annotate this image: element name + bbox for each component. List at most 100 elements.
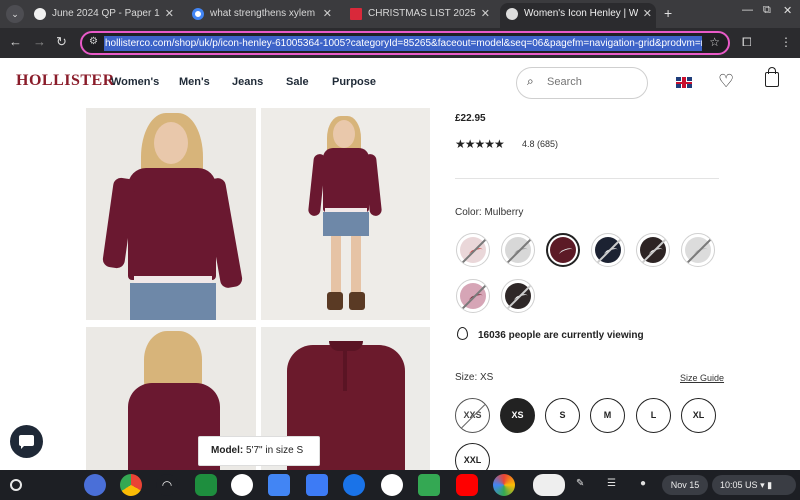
reload-icon[interactable]: ↻ (56, 34, 67, 50)
tab-strip: ⌄ June 2024 QP - Paper 1 (H) AQ ✕ what s… (0, 0, 800, 28)
wishlist-heart-icon[interactable]: ♡ (718, 71, 734, 92)
launcher-icon[interactable] (10, 479, 22, 491)
globe-icon (34, 8, 46, 20)
youtube-app-icon[interactable] (456, 474, 478, 496)
nav-womens[interactable]: Women's (111, 76, 159, 88)
close-icon[interactable]: ✕ (481, 3, 490, 25)
size-label-key: Size: (455, 372, 478, 383)
uk-flag-icon[interactable] (676, 77, 692, 88)
site-icon (506, 8, 518, 20)
calendar-app-icon[interactable] (268, 474, 290, 496)
tab-2[interactable]: what strengthens xylem tissue ✕ (186, 3, 336, 25)
notes-icon[interactable]: ☰ (607, 478, 616, 489)
search-box[interactable]: ⌕ (516, 67, 648, 99)
battery-icon: ▮ (767, 480, 773, 490)
bookmark-star-icon[interactable]: ☆ (709, 35, 720, 49)
close-icon[interactable]: ✕ (643, 3, 652, 25)
rating-summary[interactable]: 4.8 (685) (522, 139, 558, 149)
color-swatch[interactable] (456, 233, 490, 267)
size-button-m[interactable]: M (590, 398, 625, 433)
color-swatch[interactable] (636, 233, 670, 267)
size-button-l[interactable]: L (636, 398, 671, 433)
gemini-app-icon[interactable] (84, 474, 106, 496)
locale-indicator: US (745, 480, 758, 490)
menu-icon[interactable]: ⋮ (780, 35, 792, 49)
size-button-xl[interactable]: XL (681, 398, 716, 433)
os-shelf: ◠ ✎ ☰ ● Nov 15 10:05 US ▾ ▮ (0, 470, 800, 500)
address-bar[interactable]: ⚙ hollisterco.com/shop/uk/p/icon-henley-… (80, 31, 730, 55)
classroom-app-icon[interactable] (195, 474, 217, 496)
tab-title: what strengthens xylem tissue (210, 8, 318, 19)
bookmark-icon (350, 8, 362, 20)
maximize-icon[interactable]: ⧉ (763, 4, 771, 17)
flame-icon (457, 327, 468, 340)
search-icon: ⌕ (527, 74, 534, 88)
size-button-s[interactable]: S (545, 398, 580, 433)
close-icon[interactable]: ✕ (323, 3, 332, 25)
google-icon (192, 8, 204, 20)
color-swatch[interactable] (591, 233, 625, 267)
size-label: Size: XS (455, 372, 493, 383)
color-label-key: Color: (455, 207, 482, 218)
color-swatch[interactable] (681, 233, 715, 267)
model-info-label: Model: 5'7" in size S (198, 436, 320, 466)
drawing-app-icon[interactable] (533, 474, 565, 496)
clock-time: 10:05 (720, 480, 743, 490)
extensions-icon[interactable]: ⧠ (742, 35, 752, 50)
divider (455, 178, 719, 179)
url-text[interactable]: hollisterco.com/shop/uk/p/icon-henley-61… (104, 36, 702, 51)
new-tab-button[interactable]: + (664, 5, 672, 21)
search-input[interactable] (547, 76, 639, 88)
photos-app-icon[interactable] (381, 474, 403, 496)
close-icon[interactable]: ✕ (165, 3, 174, 25)
site-settings-icon[interactable]: ⚙ (89, 36, 98, 47)
tab-4-active[interactable]: Women's Icon Henley | Women ✕ (500, 3, 656, 28)
rating-value: 4.8 (522, 139, 535, 149)
close-window-icon[interactable]: ✕ (783, 4, 792, 17)
nav-purpose[interactable]: Purpose (332, 76, 376, 88)
status-tray[interactable]: 10:05 US ▾ ▮ (712, 475, 796, 495)
tab-title: June 2024 QP - Paper 1 (H) AQ (52, 8, 160, 19)
product-image-1[interactable] (86, 108, 256, 320)
messages-app-icon[interactable] (343, 474, 365, 496)
color-swatch[interactable] (456, 279, 490, 313)
tab-search-dropdown-icon[interactable]: ⌄ (6, 5, 24, 23)
nav-jeans[interactable]: Jeans (232, 76, 263, 88)
shopping-bag-icon[interactable] (765, 67, 779, 87)
tab-title: Women's Icon Henley | Women (524, 8, 638, 19)
color-label: Color: Mulberry (455, 207, 523, 218)
tab-1[interactable]: June 2024 QP - Paper 1 (H) AQ ✕ (28, 3, 178, 25)
color-label-value: Mulberry (484, 207, 524, 218)
product-image-2[interactable] (261, 108, 430, 320)
color-swatch[interactable] (501, 233, 535, 267)
nav-mens[interactable]: Men's (179, 76, 210, 88)
chat-icon[interactable] (10, 425, 43, 458)
rating-stars-icon[interactable]: ★★★★★ (455, 137, 505, 151)
color-swatch-selected[interactable] (546, 233, 580, 267)
color-swatch[interactable] (501, 279, 535, 313)
date-tray[interactable]: Nov 15 (662, 475, 708, 495)
gmail-app-icon[interactable] (231, 474, 253, 496)
pen-icon[interactable]: ✎ (576, 478, 584, 489)
hollister-logo[interactable]: HOLLISTER (16, 72, 115, 90)
model-value: 5'7" in size S (246, 445, 304, 456)
pinwheel-app-icon[interactable] (493, 474, 515, 496)
play-store-app-icon[interactable] (418, 474, 440, 496)
wifi-icon: ▾ (760, 480, 765, 490)
notification-icon[interactable]: ● (640, 478, 646, 489)
files-app-icon[interactable] (306, 474, 328, 496)
tab-3[interactable]: CHRISTMAS LIST 2025 - Elobe ✕ (344, 3, 494, 25)
back-icon[interactable]: ← (9, 34, 22, 49)
chrome-app-icon[interactable] (120, 474, 142, 496)
minimize-icon[interactable]: — (742, 4, 753, 16)
forward-icon[interactable]: → (33, 34, 46, 49)
size-button-xxs[interactable]: XXS (455, 398, 490, 433)
site-header: HOLLISTER Women's Men's Jeans Sale Purpo… (0, 58, 800, 108)
size-label-value: XS (480, 372, 494, 383)
size-guide-link[interactable]: Size Guide (680, 373, 724, 383)
cast-icon[interactable]: ◠ (156, 474, 178, 496)
nav-sale[interactable]: Sale (286, 76, 309, 88)
size-button-xs[interactable]: XS (500, 398, 535, 433)
model-label: Model: (211, 445, 244, 456)
viewing-count-text: 16036 people are currently viewing (478, 330, 644, 341)
